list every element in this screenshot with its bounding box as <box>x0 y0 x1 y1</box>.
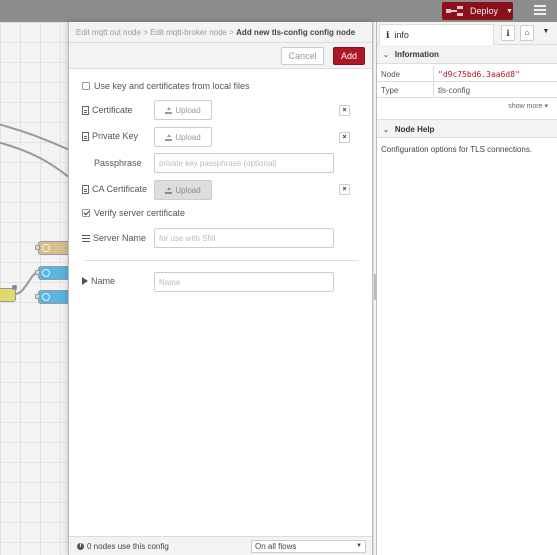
flow-node-inject[interactable] <box>0 288 16 302</box>
sidebar: i info i ⌂ ▼ ⌄ Information Node "d9c75bd6.… <box>376 22 557 555</box>
verify-checkbox[interactable] <box>82 209 90 217</box>
info-icon: i <box>386 31 390 41</box>
chevron-down-icon: ⌄ <box>383 52 389 59</box>
file-icon <box>82 105 89 115</box>
node-help-section-header[interactable]: ⌄ Node Help <box>377 119 557 138</box>
breadcrumb-current: Add new tls-config config node <box>236 28 356 37</box>
flow-node-template[interactable] <box>38 241 68 255</box>
certificate-label: Certificate <box>92 105 133 115</box>
cancel-button[interactable]: Cancel <box>281 47 324 65</box>
info-icon: i <box>77 543 84 551</box>
verify-label: Verify server certificate <box>94 208 186 218</box>
breadcrumb-separator: > <box>229 28 234 37</box>
tray-footer: i0 nodes use this config On all flows ▼ <box>69 536 372 555</box>
file-icon <box>82 184 89 194</box>
certificate-label-row: Certificate <box>82 105 133 115</box>
tab-info[interactable]: i info <box>379 24 494 45</box>
scope-select[interactable]: On all flows ▼ <box>251 540 366 553</box>
ca-certificate-label: CA Certificate <box>92 184 148 194</box>
upload-icon <box>165 106 173 114</box>
file-icon <box>82 131 89 141</box>
info-tab-button[interactable]: i <box>501 25 515 41</box>
tab-info-label: info <box>394 30 409 40</box>
private-key-label: Private Key <box>92 131 139 141</box>
show-more-link[interactable]: show more ▾ <box>508 102 548 110</box>
tag-icon <box>82 277 88 285</box>
chevron-down-icon: ▼ <box>356 543 362 549</box>
scope-select-value: On all flows <box>255 542 297 551</box>
passphrase-input[interactable] <box>154 153 334 173</box>
table-row: Type tls-config <box>377 82 557 98</box>
deploy-button[interactable]: Deploy ▼ <box>442 2 513 20</box>
node-port[interactable] <box>35 270 40 275</box>
prop-value: "d9c75bd6.3aa6d8" <box>438 70 520 79</box>
header-bar: Deploy ▼ <box>0 0 557 22</box>
caret-down-icon[interactable]: ▼ <box>506 8 513 15</box>
chevron-down-icon: ⌄ <box>383 127 389 134</box>
config-usage-text: 0 nodes use this config <box>87 542 169 551</box>
use-local-files-checkbox[interactable] <box>82 82 90 90</box>
information-title: Information <box>394 50 439 59</box>
server-name-label: Server Name <box>93 233 147 243</box>
upload-icon <box>165 133 173 141</box>
private-key-clear-button[interactable]: × <box>339 132 350 143</box>
wifi-icon <box>42 269 50 277</box>
name-label-row: Name <box>82 276 115 286</box>
sidebar-tabs: i info i ⌂ ▼ <box>377 22 557 45</box>
private-key-label-row: Private Key <box>82 131 138 141</box>
help-text: Configuration options for TLS connection… <box>381 145 533 154</box>
name-input[interactable] <box>154 272 334 292</box>
main-menu-button[interactable] <box>534 5 546 17</box>
breadcrumb: Edit mqtt out node > Edit mqtt-broker no… <box>69 22 372 43</box>
passphrase-label-row: Passphrase <box>94 158 142 168</box>
prop-key: Type <box>377 82 434 97</box>
breadcrumb-item[interactable]: Edit mqtt-broker node <box>150 28 227 37</box>
use-local-files-row: Use key and certificates from local file… <box>82 81 250 91</box>
node-help-title: Node Help <box>394 125 435 134</box>
ca-certificate-label-row: CA Certificate <box>82 184 147 194</box>
add-button[interactable]: Add <box>333 47 365 65</box>
ca-certificate-clear-button[interactable]: × <box>339 184 350 195</box>
passphrase-label: Passphrase <box>94 158 142 168</box>
upload-icon <box>165 186 173 194</box>
info-table: Node "d9c75bd6.3aa6d8" Type tls-config <box>377 66 557 98</box>
node-port[interactable] <box>35 294 40 299</box>
private-key-upload-button[interactable]: Upload <box>154 127 212 147</box>
certificate-upload-button[interactable]: Upload <box>154 100 212 120</box>
server-name-input[interactable] <box>154 228 334 248</box>
workspace-canvas[interactable] <box>0 22 68 555</box>
upload-label: Upload <box>175 185 201 195</box>
config-usage: i0 nodes use this config <box>77 542 169 551</box>
config-nodes-button[interactable]: ⌂ <box>520 25 534 41</box>
server-name-label-row: Server Name <box>82 233 146 243</box>
certificate-clear-button[interactable]: × <box>339 105 350 116</box>
node-port[interactable] <box>35 245 40 250</box>
chevron-down-icon[interactable]: ▼ <box>540 25 552 41</box>
list-icon <box>82 234 90 242</box>
tray-toolbar: Cancel Add <box>69 43 372 69</box>
verify-row: Verify server certificate <box>82 208 185 218</box>
file-icon <box>42 244 50 252</box>
use-local-files-label: Use key and certificates from local file… <box>94 81 250 91</box>
deploy-icon <box>446 6 464 16</box>
deploy-label: Deploy <box>470 6 499 16</box>
information-section-header[interactable]: ⌄ Information <box>377 45 557 64</box>
breadcrumb-item[interactable]: Edit mqtt out node <box>76 28 141 37</box>
divider <box>84 260 359 261</box>
upload-label: Upload <box>175 132 201 142</box>
edit-tray: Edit mqtt out node > Edit mqtt-broker no… <box>68 22 373 555</box>
prop-value: tls-config <box>438 86 471 95</box>
breadcrumb-separator: > <box>143 28 148 37</box>
name-label: Name <box>91 276 116 286</box>
upload-label: Upload <box>175 105 201 115</box>
prop-key: Node <box>377 66 434 81</box>
ca-certificate-upload-button[interactable]: Upload <box>154 180 212 200</box>
table-row: Node "d9c75bd6.3aa6d8" <box>377 66 557 82</box>
node-port[interactable] <box>12 285 17 290</box>
flow-node-mqtt-out[interactable] <box>38 290 68 304</box>
wifi-icon <box>42 293 50 301</box>
flow-node-mqtt-in[interactable] <box>38 266 68 280</box>
